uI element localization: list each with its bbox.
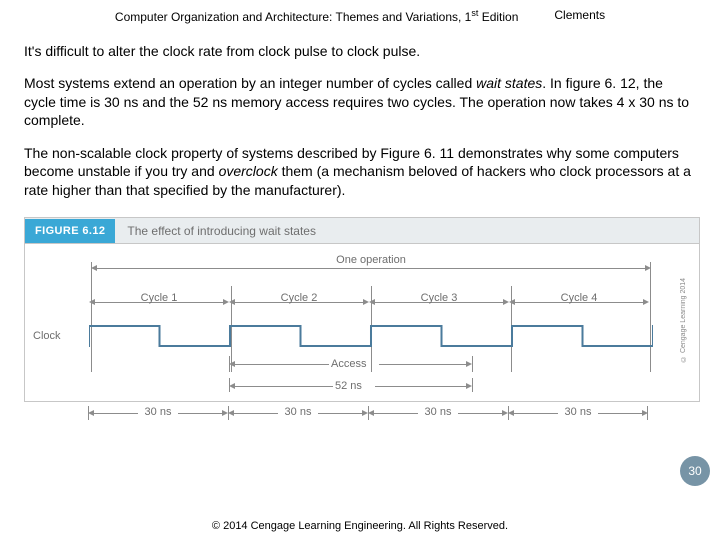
figure-wrapper: FIGURE 6.12 The effect of introducing wa… [0,213,720,422]
cycle-label: Cycle 2 [229,292,369,304]
access-label: Access [331,358,366,370]
timing-diagram: One operation [25,244,699,402]
footer-copyright: © 2014 Cengage Learning Engineering. All… [0,520,720,532]
figure-tag: FIGURE 6.12 [25,219,115,243]
operation-bracket [91,268,651,288]
access-ns-row: 52 ns [89,380,653,398]
figure-header: FIGURE 6.12 The effect of introducing wa… [25,218,699,244]
cycle-ns-row: 30 ns 30 ns 30 ns 30 ns [88,406,654,422]
access-boundary [472,356,473,372]
arrow-left-icon [91,265,97,271]
paragraph-1: It's difficult to alter the clock rate f… [24,42,696,60]
clock-label: Clock [33,330,61,342]
clock-waveform [89,320,653,354]
ns-span-line [232,413,278,414]
ns-span-line [178,413,224,414]
book-title: Computer Organization and Architecture: … [115,8,518,24]
cycle-ns-label: 30 ns [228,406,368,418]
operation-span-line [95,268,647,269]
ns-span-line [375,386,469,387]
figure-6-12: FIGURE 6.12 The effect of introducing wa… [24,217,700,402]
access-span-line [379,364,469,365]
access-bracket: Access [89,358,653,376]
page-number-badge: 30 [680,456,710,486]
ns-boundary [508,406,509,420]
book-title-suffix: Edition [478,10,518,24]
arrow-left-icon [229,383,235,389]
ns-span-line [372,413,418,414]
ns-boundary [647,406,648,420]
paragraph-3: The non-scalable clock property of syste… [24,144,696,199]
ns-span-line [512,413,558,414]
cycle-labels-row: Cycle 1 Cycle 2 Cycle 3 Cycle 4 [89,290,653,320]
clock-waveform-row: Clock [89,320,653,354]
ns-span-line [318,413,364,414]
ns-boundary [472,378,473,392]
body-content: It's difficult to alter the clock rate f… [0,24,720,199]
ns-boundary [228,406,229,420]
cycle-label: Cycle 4 [509,292,649,304]
cycle-ns-label: 30 ns [368,406,508,418]
arrow-left-icon [229,361,235,367]
arrow-right-icon [466,383,472,389]
ns-boundary [88,406,89,420]
arrow-right-icon [466,361,472,367]
ns-span-line [458,413,504,414]
arrow-right-icon [645,265,651,271]
p2-text-a: Most systems extend an operation by an i… [24,75,476,91]
ns-span-line [92,413,138,414]
ns-span-line [233,386,333,387]
operation-label: One operation [89,254,653,268]
paragraph-2: Most systems extend an operation by an i… [24,74,696,129]
p3-italic: overclock [219,163,278,179]
cycle-ns-label: 30 ns [508,406,648,418]
author: Clements [554,8,605,24]
access-span-line [233,364,329,365]
slide-header: Computer Organization and Architecture: … [0,0,720,24]
ns-boundary [368,406,369,420]
p2-italic: wait states [476,75,542,91]
cycle-label: Cycle 3 [369,292,509,304]
cycle-ns-label: 30 ns [88,406,228,418]
access-ns-label: 52 ns [335,380,362,392]
figure-title: The effect of introducing wait states [115,224,316,238]
cycle-label: Cycle 1 [89,292,229,304]
ns-span-line [598,413,644,414]
book-title-prefix: Computer Organization and Architecture: … [115,10,471,24]
